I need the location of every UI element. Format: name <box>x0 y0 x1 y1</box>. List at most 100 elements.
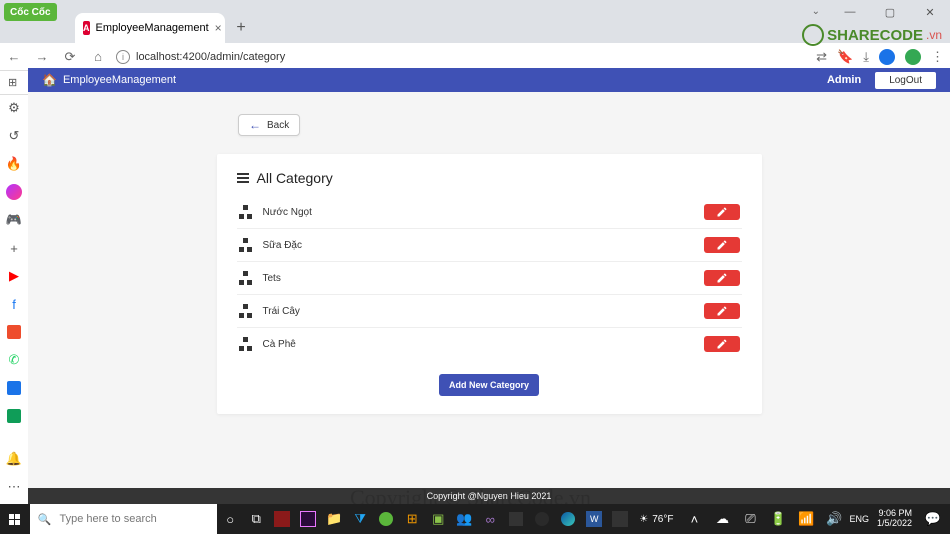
logout-button[interactable]: LogOut <box>875 72 936 89</box>
reload-icon[interactable]: ⟳ <box>62 49 78 65</box>
list-icon <box>237 173 249 183</box>
home-icon[interactable]: 🏠 <box>42 73 57 87</box>
windows-taskbar: 🔍 Type here to search ○ ⧉ 📁 ⧩ ⊞ ▣ 👥 ∞ W … <box>0 504 950 534</box>
vs-icon[interactable]: ∞ <box>477 504 503 534</box>
extension-icon[interactable] <box>879 49 895 65</box>
new-tab-button[interactable]: + <box>229 16 253 40</box>
apps-icon[interactable]: ⊞ <box>8 76 17 89</box>
category-name: Cà Phê <box>263 339 296 350</box>
shopee-icon[interactable] <box>5 323 23 341</box>
reader-icon[interactable]: 🔖 <box>837 49 853 65</box>
address-bar[interactable]: i localhost:4200/admin/category <box>116 50 285 64</box>
window-controls: — ▢ ✕ <box>830 0 950 24</box>
back-label: Back <box>267 120 289 131</box>
tray-icon[interactable]: ⎚ <box>737 504 763 534</box>
volume-icon[interactable]: 🔊 <box>821 504 847 534</box>
sheets-icon[interactable] <box>5 407 23 425</box>
category-name: Sữa Đặc <box>263 240 303 251</box>
hierarchy-icon <box>239 337 253 351</box>
category-row: Nước Ngọt <box>237 196 742 229</box>
terminal-icon[interactable] <box>607 504 633 534</box>
category-card: All Category Nước Ngọt Sữa Đặc TetsTrái Câ… <box>217 154 762 414</box>
app-icon[interactable] <box>269 504 295 534</box>
messenger-icon[interactable] <box>5 183 23 201</box>
bell-icon[interactable]: 🔔 <box>5 450 23 468</box>
explorer-icon[interactable]: 📁 <box>321 504 347 534</box>
user-label[interactable]: Admin <box>827 74 861 86</box>
hierarchy-icon <box>239 304 253 318</box>
category-row: Tets <box>237 262 742 295</box>
plus-icon[interactable]: + <box>5 239 23 257</box>
battery-icon[interactable]: 🔋 <box>765 504 791 534</box>
back-button[interactable]: ← Back <box>238 114 300 136</box>
premiere-icon[interactable] <box>295 504 321 534</box>
edge-icon[interactable] <box>555 504 581 534</box>
coccoc-taskbar-icon[interactable] <box>373 504 399 534</box>
vscode-icon[interactable]: ⧩ <box>347 504 373 534</box>
whatsapp-icon[interactable]: ✆ <box>5 351 23 369</box>
hierarchy-icon <box>239 238 253 252</box>
activity-sidebar: ⚙ ↺ 🔥 🎮 + ▶ f ✆ 🔔 ⋯ <box>0 95 28 504</box>
cloud-icon[interactable]: ☁ <box>709 504 735 534</box>
forward-nav-icon[interactable]: → <box>34 49 50 64</box>
back-nav-icon[interactable]: ← <box>6 49 22 64</box>
tray-chevron-icon[interactable]: ˄ <box>681 504 707 534</box>
start-button[interactable] <box>0 504 30 534</box>
site-info-icon[interactable]: i <box>116 50 130 64</box>
task-view-icon[interactable]: ⧉ <box>243 504 269 534</box>
edit-button[interactable] <box>704 336 740 352</box>
category-list: Nước Ngọt Sữa Đặc TetsTrái Cây Cà Phê <box>237 196 742 360</box>
menu-icon[interactable]: ⋮ <box>931 49 944 65</box>
hierarchy-icon <box>239 205 253 219</box>
language-indicator[interactable]: ENG <box>849 514 869 524</box>
category-row: Cà Phê <box>237 328 742 360</box>
teams-icon[interactable]: 👥 <box>451 504 477 534</box>
search-icon: 🔍 <box>38 513 52 526</box>
edit-button[interactable] <box>704 237 740 253</box>
youtube-icon[interactable]: ▶ <box>5 267 23 285</box>
maximize-button[interactable]: ▢ <box>870 0 910 24</box>
minimize-button[interactable]: — <box>830 0 870 24</box>
facebook-icon[interactable]: f <box>5 295 23 313</box>
category-row: Trái Cây <box>237 295 742 328</box>
content-area: ← Back All Category Nước Ngọt Sữa Đặc Tets… <box>28 92 950 488</box>
category-name: Nước Ngọt <box>263 207 312 218</box>
weather-widget[interactable]: ☀ 76°F <box>633 514 679 525</box>
close-icon[interactable]: × <box>215 21 222 35</box>
apps-icon[interactable]: ⊞ <box>399 504 425 534</box>
more-icon[interactable]: ⋯ <box>5 478 23 496</box>
taskbar-search[interactable]: 🔍 Type here to search <box>30 504 217 534</box>
address-bar-row: ← → ⟳ ⌂ i localhost:4200/admin/category … <box>0 43 950 71</box>
angular-favicon: A <box>83 21 90 35</box>
home-icon[interactable]: ⌂ <box>90 49 106 64</box>
game-icon[interactable]: 🎮 <box>5 211 23 229</box>
coccoc-logo: Cốc Cốc <box>4 3 57 21</box>
app-icon[interactable] <box>529 504 555 534</box>
extension-icon[interactable] <box>905 49 921 65</box>
close-button[interactable]: ✕ <box>910 0 950 24</box>
card-title: All Category <box>257 170 333 186</box>
download-icon[interactable]: ⤓ <box>863 49 869 65</box>
edit-button[interactable] <box>704 270 740 286</box>
add-category-button[interactable]: Add New Category <box>439 374 539 396</box>
translate-icon[interactable]: ⇄ <box>816 49 827 65</box>
taskbar-clock[interactable]: 9:06 PM 1/5/2022 <box>871 509 918 529</box>
browser-tab-active[interactable]: A EmployeeManagement × <box>75 13 225 43</box>
tabs-dropdown-icon[interactable]: ⌄ <box>812 6 820 17</box>
settings-gear-icon[interactable]: ⚙ <box>5 99 23 117</box>
search-placeholder: Type here to search <box>60 513 157 525</box>
edit-button[interactable] <box>704 204 740 220</box>
word-icon[interactable]: W <box>581 504 607 534</box>
flame-icon[interactable]: 🔥 <box>5 155 23 173</box>
app-icon[interactable]: ▣ <box>425 504 451 534</box>
edit-button[interactable] <box>704 303 740 319</box>
notifications-icon[interactable]: 💬 <box>920 504 946 534</box>
app-icon[interactable] <box>503 504 529 534</box>
tab-title: EmployeeManagement <box>96 22 209 34</box>
cortana-icon[interactable]: ○ <box>217 504 243 534</box>
wifi-icon[interactable]: 📶 <box>793 504 819 534</box>
arrow-left-icon: ← <box>249 118 261 132</box>
calendar-icon[interactable] <box>5 379 23 397</box>
app-footer: Copyright @Nguyen Hieu 2021 <box>28 488 950 504</box>
history-icon[interactable]: ↺ <box>5 127 23 145</box>
